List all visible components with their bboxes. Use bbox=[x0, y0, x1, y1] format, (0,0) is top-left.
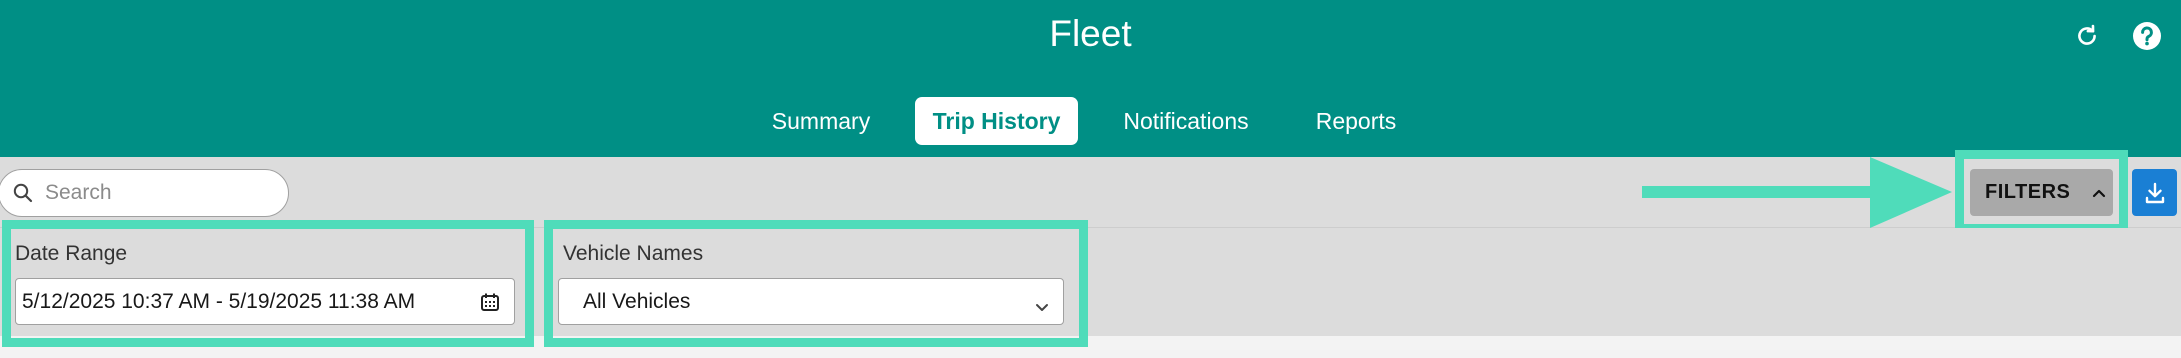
vehicle-names-label: Vehicle Names bbox=[563, 242, 704, 265]
calendar-icon[interactable] bbox=[480, 292, 500, 318]
page-title: Fleet bbox=[1049, 13, 1132, 54]
help-button[interactable] bbox=[2129, 18, 2165, 54]
tab-reports[interactable]: Reports bbox=[1300, 97, 1412, 145]
vehicle-names-select[interactable]: All Vehicles bbox=[558, 278, 1064, 325]
app-header: Fleet Summary Trip History Notifications… bbox=[0, 0, 2181, 157]
tab-trip-history[interactable]: Trip History bbox=[915, 97, 1078, 145]
annotation-arrow bbox=[1642, 157, 1952, 228]
tab-summary[interactable]: Summary bbox=[758, 97, 884, 145]
search-icon bbox=[13, 183, 33, 203]
search-input[interactable] bbox=[45, 181, 265, 205]
fleet-app: Fleet Summary Trip History Notifications… bbox=[0, 0, 2181, 358]
date-range-field[interactable]: 5/12/2025 10:37 AM - 5/19/2025 11:38 AM bbox=[15, 278, 515, 325]
vehicle-names-value: All Vehicles bbox=[583, 289, 691, 313]
search-box[interactable] bbox=[0, 169, 289, 217]
date-range-value: 5/12/2025 10:37 AM - 5/19/2025 11:38 AM bbox=[22, 289, 416, 313]
chevron-up-icon bbox=[2092, 188, 2106, 198]
refresh-button[interactable] bbox=[2069, 18, 2105, 54]
tab-bar: Summary Trip History Notifications Repor… bbox=[0, 97, 2181, 145]
chevron-down-icon bbox=[1035, 295, 1049, 319]
date-range-label: Date Range bbox=[15, 242, 128, 265]
filters-label: FILTERS bbox=[1985, 181, 2071, 203]
help-icon bbox=[2133, 22, 2161, 50]
download-button[interactable] bbox=[2132, 169, 2177, 216]
refresh-icon bbox=[2078, 24, 2096, 45]
download-icon bbox=[2145, 182, 2164, 203]
tab-notifications[interactable]: Notifications bbox=[1110, 97, 1262, 145]
filters-button[interactable]: FILTERS bbox=[1970, 169, 2113, 216]
